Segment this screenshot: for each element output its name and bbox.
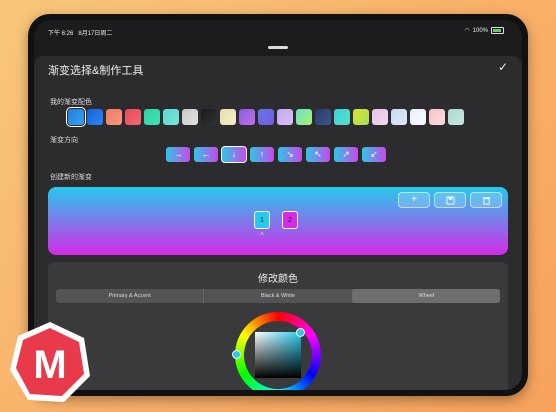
gradient-swatch[interactable]	[372, 109, 388, 125]
gradient-tool-sheet: 渐变选择&制作工具 ✓ 我的渐变配色 渐变方向 → ← ↓ ↑ ↘ ↖ ↗ ↙ 创建新的渐变 …	[34, 56, 522, 390]
gradient-swatch[interactable]	[391, 109, 407, 125]
screen: 下午 6:26 8月17日周二 ◠ 100% 渐变选择&制作工具 ✓ 我的渐变配…	[34, 20, 522, 390]
save-gradient-button[interactable]	[434, 192, 466, 208]
gradient-swatch[interactable]	[277, 109, 293, 125]
gradient-swatch[interactable]	[182, 109, 198, 125]
time-text: 下午 6:26	[48, 31, 74, 37]
create-new-label: 创建新的渐变	[50, 174, 92, 181]
gradient-swatch[interactable]	[334, 109, 350, 125]
sheet-title: 渐变选择&制作工具	[48, 65, 144, 77]
gradient-swatch[interactable]	[106, 109, 122, 125]
logo-letter: M	[33, 343, 66, 387]
status-right: ◠ 100%	[464, 27, 504, 34]
ipad-frame: 下午 6:26 8月17日周二 ◠ 100% 渐变选择&制作工具 ✓ 我的渐变配…	[28, 14, 528, 396]
trash-icon	[482, 197, 490, 205]
add-stop-button[interactable]: +	[398, 192, 430, 208]
tab-primary-accent[interactable]: Primary & Accent	[56, 289, 205, 303]
color-stop-2[interactable]: 2	[282, 211, 298, 229]
gradient-swatch-list	[66, 107, 464, 127]
direction-buttons: → ← ↓ ↑ ↘ ↖ ↗ ↙	[166, 146, 386, 163]
gradient-swatch[interactable]	[239, 109, 255, 125]
delete-gradient-button[interactable]	[470, 192, 502, 208]
direction-down-right-button[interactable]: ↘	[278, 147, 302, 162]
gradient-swatch[interactable]	[220, 109, 236, 125]
status-bar: 下午 6:26 8月17日周二 ◠ 100%	[34, 20, 522, 42]
battery-text: 100%	[472, 27, 488, 34]
gradient-swatch[interactable]	[258, 109, 274, 125]
saturation-brightness-square[interactable]	[255, 332, 301, 378]
sheet-grabber[interactable]	[268, 46, 288, 49]
my-gradients-label: 我的渐变配色	[50, 99, 92, 106]
gradient-swatch[interactable]	[66, 107, 86, 127]
gradient-swatch[interactable]	[315, 109, 331, 125]
battery-icon	[491, 27, 504, 34]
gradient-swatch[interactable]	[87, 109, 103, 125]
gradient-swatch[interactable]	[448, 109, 464, 125]
gradient-swatch[interactable]	[429, 109, 445, 125]
direction-up-left-button[interactable]: ↖	[306, 147, 330, 162]
saturation-knob[interactable]	[296, 328, 305, 337]
color-stop-1[interactable]: 1	[254, 211, 270, 229]
direction-down-left-button[interactable]: ↙	[362, 147, 386, 162]
status-time: 下午 6:26 8月17日周二	[48, 28, 112, 37]
save-icon	[445, 196, 455, 205]
direction-up-right-button[interactable]: ↗	[334, 147, 358, 162]
direction-label: 渐变方向	[50, 137, 78, 144]
checkmark-icon[interactable]: ✓	[498, 60, 508, 74]
color-editor-panel: 修改颜色 Primary & Accent Black & White Wheel	[48, 262, 508, 390]
tab-wheel[interactable]: Wheel	[352, 289, 500, 303]
editor-title: 修改颜色	[258, 274, 298, 285]
gradient-swatch[interactable]	[201, 109, 217, 125]
hue-knob[interactable]	[232, 350, 241, 359]
direction-up-button[interactable]: ↑	[250, 147, 274, 162]
gradient-swatch[interactable]	[410, 109, 426, 125]
gradient-swatch[interactable]	[163, 109, 179, 125]
color-wheel[interactable]	[232, 312, 321, 390]
gradient-swatch[interactable]	[353, 109, 369, 125]
wifi-icon: ◠	[464, 28, 470, 34]
date-text: 8月17日周二	[78, 31, 113, 37]
gradient-swatch[interactable]	[125, 109, 141, 125]
gradient-swatch[interactable]	[144, 109, 160, 125]
app-logo: M	[10, 322, 90, 402]
gradient-preview[interactable]: + 1 2 ^	[48, 187, 508, 255]
direction-left-button[interactable]: ←	[194, 147, 218, 162]
selected-stop-indicator: ^	[260, 231, 264, 240]
gradient-swatch[interactable]	[296, 109, 312, 125]
direction-down-button[interactable]: ↓	[221, 146, 247, 163]
tab-black-white[interactable]: Black & White	[204, 289, 353, 303]
direction-right-button[interactable]: →	[166, 147, 190, 162]
color-mode-segmented-control: Primary & Accent Black & White Wheel	[56, 289, 500, 303]
